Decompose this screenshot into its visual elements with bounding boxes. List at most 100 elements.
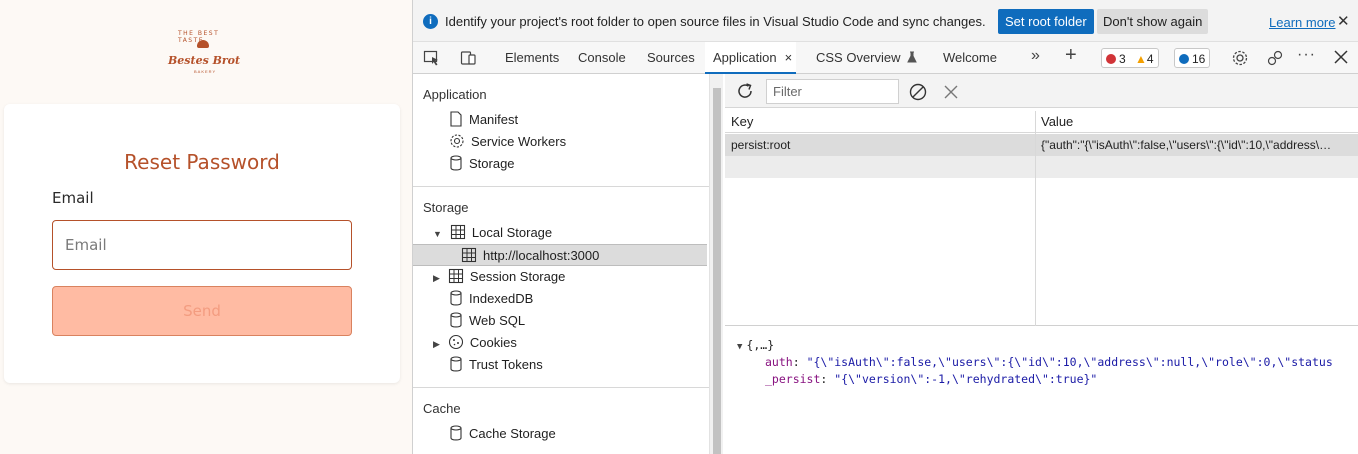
tab-sources[interactable]: Sources (647, 42, 695, 74)
inspect-element-icon[interactable] (423, 49, 441, 67)
tab-application-label: Application (713, 50, 777, 65)
gear-icon (450, 134, 464, 148)
value-preview: ▼ {,…} auth: "{\"isAuth\":false,\"users\"… (725, 327, 1358, 454)
application-sidebar: Application Manifest Service Workers Sto… (413, 74, 709, 454)
tab-application[interactable]: Application × (705, 42, 797, 74)
divider (413, 186, 709, 187)
column-header-value[interactable]: Value (1035, 111, 1073, 133)
column-header-key[interactable]: Key (725, 111, 753, 133)
email-field[interactable] (52, 220, 352, 270)
sidebar-item-local-storage[interactable]: ▼ Local Storage (433, 222, 552, 244)
clear-all-icon[interactable] (908, 82, 928, 105)
message-count-badge[interactable]: 16 (1174, 48, 1211, 68)
expanded-triangle-icon[interactable]: ▼ (433, 229, 442, 239)
sidebar-item-service-workers[interactable]: Service Workers (449, 131, 566, 153)
chef-hat-icon (197, 40, 209, 48)
dont-show-again-button[interactable]: Don't show again (1097, 9, 1209, 34)
sidebar-item-cookies[interactable]: ▶ Cookies (433, 332, 517, 354)
sidebar-item-label: Manifest (469, 112, 519, 127)
storage-table: Key Value persist:root {"auth":"{\"isAut… (725, 111, 1358, 326)
table-row[interactable]: persist:root {"auth":"{\"isAuth\":false,… (725, 134, 1358, 156)
learn-more-link[interactable]: Learn more (1269, 15, 1335, 30)
tab-css-overview[interactable]: CSS Overview (816, 42, 917, 74)
preview-line: _persist: "{\"version\":-1,\"rehydrated\… (765, 372, 1098, 386)
preview-root[interactable]: ▼ {,…} (737, 338, 774, 352)
sidebar-item-localhost[interactable]: http://localhost:3000 (413, 244, 707, 266)
warning-icon: ▲ (1135, 52, 1147, 66)
more-options-icon[interactable]: ··· (1297, 46, 1315, 64)
add-tab-plus-icon[interactable]: + (1065, 44, 1083, 66)
preview-key: auth (765, 355, 793, 369)
sidebar-scrollbar[interactable] (709, 74, 723, 454)
sidebar-item-manifest[interactable]: Manifest (449, 109, 518, 131)
tab-css-overview-label: CSS Overview (816, 50, 901, 65)
table-grid-icon (461, 247, 477, 263)
tab-elements[interactable]: Elements (505, 42, 559, 74)
preview-root-label: {,…} (746, 338, 775, 352)
column-divider[interactable] (1035, 111, 1036, 326)
sidebar-item-session-storage[interactable]: ▶ Session Storage (433, 266, 565, 288)
sidebar-section-storage: Storage (423, 200, 469, 215)
collapsed-triangle-icon[interactable]: ▶ (433, 273, 440, 283)
refresh-icon[interactable] (735, 81, 755, 104)
flask-icon (907, 51, 917, 63)
database-icon (450, 312, 462, 328)
delete-selected-icon[interactable] (943, 84, 959, 103)
close-icon[interactable]: ✕ (1337, 12, 1350, 30)
preview-line: auth: "{\"isAuth\":false,\"users\":{\"id… (765, 355, 1333, 369)
connect-devices-icon[interactable] (1266, 49, 1284, 67)
message-count: 16 (1192, 52, 1206, 66)
sidebar-item-label: Web SQL (469, 313, 526, 328)
sidebar-item-cache-storage[interactable]: Cache Storage (449, 423, 556, 445)
preview-value: "{\"isAuth\":false,\"users\":{\"id\":10,… (806, 355, 1333, 369)
table-grid-icon (450, 224, 465, 240)
send-button[interactable]: Send (52, 286, 352, 336)
expanded-triangle-icon[interactable]: ▼ (737, 342, 742, 352)
error-icon (1106, 54, 1116, 64)
divider (413, 387, 709, 388)
sidebar-item-label: http://localhost:3000 (483, 248, 600, 263)
bakery-logo: THE BEST TASTE Bestes Brot BAKERY (160, 26, 246, 78)
sidebar-item-label: Storage (469, 156, 515, 171)
row-value: {"auth":"{\"isAuth\":false,\"users\":{\"… (1041, 138, 1333, 152)
set-root-folder-button[interactable]: Set root folder (998, 9, 1094, 34)
more-tabs-chevron-icon[interactable]: » (1031, 47, 1049, 65)
sidebar-item-storage-overview[interactable]: Storage (449, 153, 515, 175)
sidebar-item-label: IndexedDB (469, 291, 534, 306)
devtools-tabbar: Elements Console Sources Application × CS… (413, 42, 1358, 74)
warning-count: 4 (1146, 52, 1154, 66)
settings-gear-icon[interactable] (1231, 49, 1249, 67)
logo-tagline: THE BEST TASTE (178, 30, 220, 44)
collapsed-triangle-icon[interactable]: ▶ (433, 339, 440, 349)
error-count-badge[interactable]: 3 ▲4 (1101, 48, 1159, 68)
sidebar-item-label: Cookies (469, 335, 517, 350)
filter-input[interactable] (766, 79, 899, 104)
table-row-empty[interactable] (725, 156, 1358, 178)
database-icon (450, 155, 462, 171)
sidebar-item-label: Cache Storage (469, 426, 556, 441)
sidebar-item-label: Trust Tokens (469, 357, 543, 372)
page-title: Reset Password (124, 150, 280, 174)
sidebar-item-indexeddb[interactable]: IndexedDB (449, 288, 533, 310)
infobar: i Identify your project's root folder to… (413, 0, 1358, 42)
row-key: persist:root (731, 138, 791, 152)
table-grid-icon (448, 268, 463, 284)
sidebar-item-label: Service Workers (471, 134, 567, 149)
logo-sub: BAKERY (194, 69, 217, 74)
email-label: Email (52, 189, 94, 207)
database-icon (450, 425, 462, 441)
close-tab-icon[interactable]: × (785, 50, 793, 65)
tab-welcome[interactable]: Welcome (943, 42, 997, 74)
database-icon (450, 290, 462, 306)
preview-key: _persist (765, 372, 821, 386)
preview-value: "{\"version\":-1,\"rehydrated\":true}" (834, 372, 1098, 386)
sidebar-item-trust-tokens[interactable]: Trust Tokens (449, 354, 543, 376)
close-devtools-icon[interactable] (1333, 49, 1351, 67)
tab-console[interactable]: Console (578, 42, 626, 74)
sidebar-item-web-sql[interactable]: Web SQL (449, 310, 525, 332)
document-icon (450, 111, 462, 127)
sidebar-section-cache: Cache (423, 401, 461, 416)
device-emulation-icon[interactable] (459, 49, 477, 67)
devtools-panel: i Identify your project's root folder to… (412, 0, 1358, 454)
scrollbar-thumb[interactable] (713, 88, 721, 454)
